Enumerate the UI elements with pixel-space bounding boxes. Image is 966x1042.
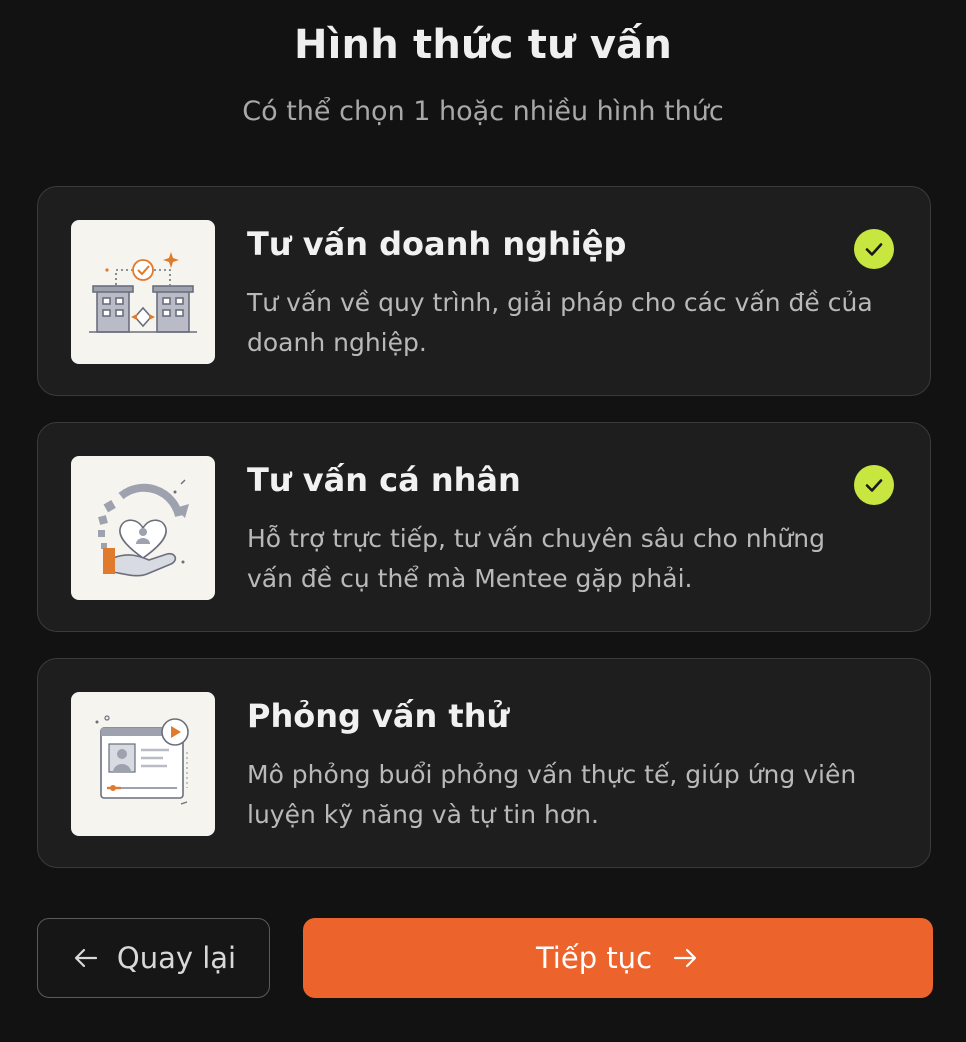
check-icon xyxy=(854,229,894,269)
check-icon xyxy=(854,465,894,505)
arrow-right-icon xyxy=(670,943,700,973)
option-description: Hỗ trợ trực tiếp, tư vấn chuyên sâu cho … xyxy=(247,524,825,593)
back-button-label: Quay lại xyxy=(116,941,237,975)
arrow-left-icon xyxy=(71,943,101,973)
option-title: Tư vấn cá nhân xyxy=(247,461,521,499)
back-button[interactable]: Quay lại xyxy=(37,918,270,998)
page-title: Hình thức tư vấn xyxy=(293,22,673,68)
option-description: Mô phỏng buổi phỏng vấn thực tế, giúp ứn… xyxy=(247,760,857,829)
next-button[interactable]: Tiếp tục xyxy=(303,918,933,998)
business-consulting-icon xyxy=(71,220,215,364)
option-card-personal[interactable]: Tư vấn cá nhân Hỗ trợ trực tiếp, tư vấn … xyxy=(37,422,931,632)
next-button-label: Tiếp tục xyxy=(535,941,653,975)
video-interview-icon xyxy=(71,692,215,836)
option-card-business[interactable]: Tư vấn doanh nghiệp Tư vấn về quy trình,… xyxy=(37,186,931,396)
option-description: Tư vấn về quy trình, giải pháp cho các v… xyxy=(247,288,873,357)
option-card-mock-interview[interactable]: Phỏng vấn thử Mô phỏng buổi phỏng vấn th… xyxy=(37,658,931,868)
option-title: Tư vấn doanh nghiệp xyxy=(247,225,627,263)
page-subtitle: Có thể chọn 1 hoặc nhiều hình thức xyxy=(242,96,724,127)
option-title: Phỏng vấn thử xyxy=(247,697,510,735)
personal-care-icon xyxy=(71,456,215,600)
